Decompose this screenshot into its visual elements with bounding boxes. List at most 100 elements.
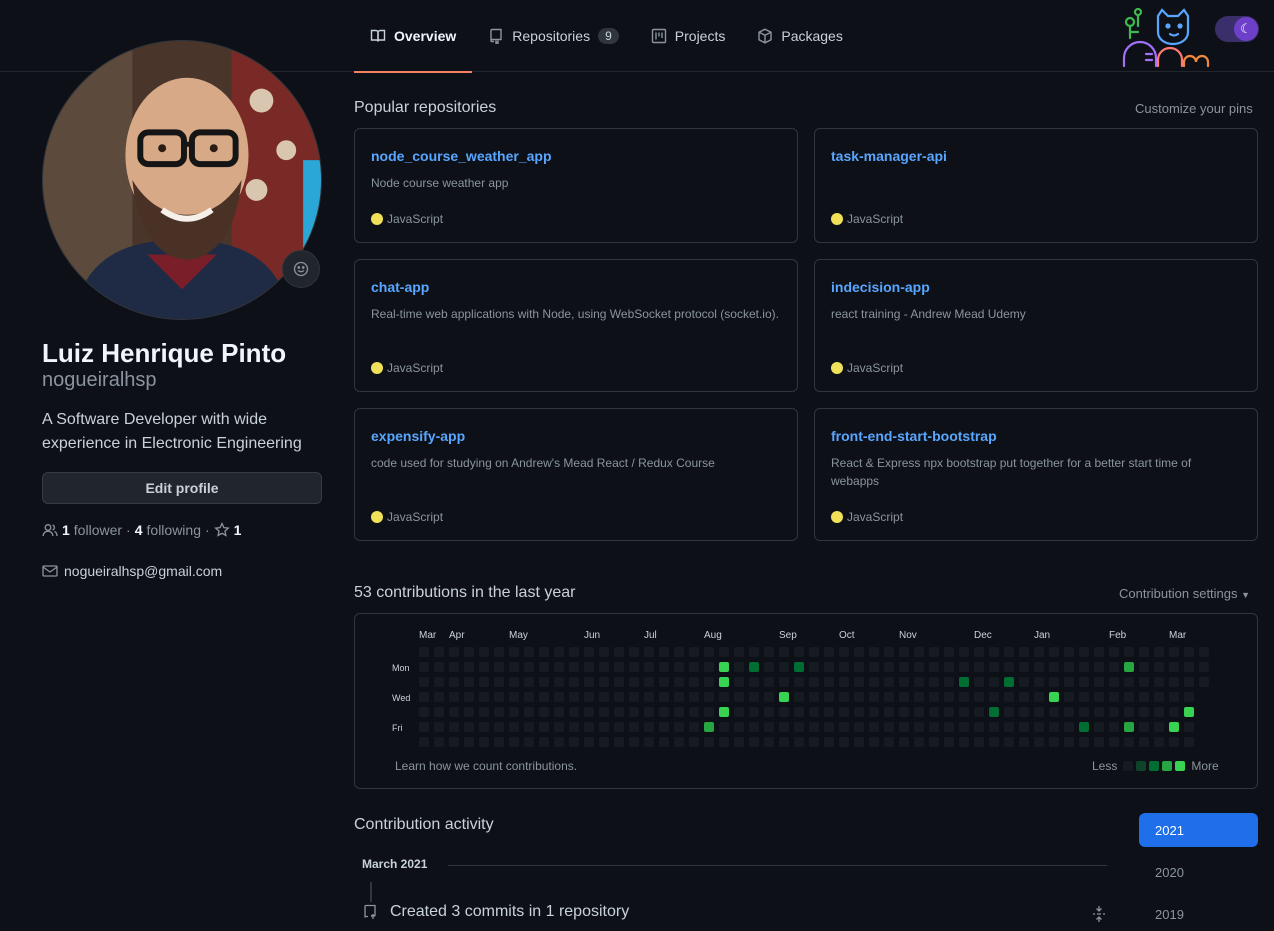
contribution-day-cell[interactable] bbox=[539, 662, 549, 672]
followers-link[interactable]: 1 follower bbox=[42, 522, 122, 538]
contribution-day-cell[interactable] bbox=[974, 662, 984, 672]
contribution-day-cell[interactable] bbox=[974, 722, 984, 732]
contribution-day-cell[interactable] bbox=[704, 662, 714, 672]
contribution-day-cell[interactable] bbox=[914, 737, 924, 747]
contribution-day-cell[interactable] bbox=[824, 662, 834, 672]
contribution-day-cell[interactable] bbox=[944, 662, 954, 672]
contribution-day-cell[interactable] bbox=[1064, 647, 1074, 657]
contribution-day-cell[interactable] bbox=[749, 707, 759, 717]
contribution-day-cell[interactable] bbox=[494, 647, 504, 657]
contribution-day-cell[interactable] bbox=[884, 707, 894, 717]
contribution-day-cell[interactable] bbox=[704, 722, 714, 732]
contribution-day-cell[interactable] bbox=[629, 647, 639, 657]
contribution-day-cell[interactable] bbox=[959, 662, 969, 672]
contribution-day-cell[interactable] bbox=[464, 647, 474, 657]
contribution-day-cell[interactable] bbox=[539, 707, 549, 717]
contribution-day-cell[interactable] bbox=[779, 677, 789, 687]
contribution-day-cell[interactable] bbox=[764, 707, 774, 717]
contribution-day-cell[interactable] bbox=[704, 677, 714, 687]
contribution-day-cell[interactable] bbox=[569, 707, 579, 717]
contribution-day-cell[interactable] bbox=[1004, 662, 1014, 672]
contribution-day-cell[interactable] bbox=[689, 722, 699, 732]
contribution-day-cell[interactable] bbox=[599, 677, 609, 687]
contribution-day-cell[interactable] bbox=[1049, 737, 1059, 747]
contribution-day-cell[interactable] bbox=[794, 662, 804, 672]
contribution-day-cell[interactable] bbox=[1139, 692, 1149, 702]
contribution-day-cell[interactable] bbox=[584, 662, 594, 672]
contribution-day-cell[interactable] bbox=[854, 662, 864, 672]
contribution-settings-dropdown[interactable]: Contribution settings ▼ bbox=[1119, 586, 1250, 601]
contribution-day-cell[interactable] bbox=[644, 737, 654, 747]
contribution-day-cell[interactable] bbox=[1034, 722, 1044, 732]
set-status-button[interactable] bbox=[282, 250, 320, 288]
contribution-day-cell[interactable] bbox=[614, 662, 624, 672]
contribution-day-cell[interactable] bbox=[854, 707, 864, 717]
contribution-day-cell[interactable] bbox=[1019, 677, 1029, 687]
contribution-day-cell[interactable] bbox=[719, 662, 729, 672]
tab-repositories[interactable]: Repositories 9 bbox=[472, 0, 635, 72]
contribution-day-cell[interactable] bbox=[1109, 662, 1119, 672]
repo-name-link[interactable]: front-end-start-bootstrap bbox=[831, 428, 997, 444]
contribution-day-cell[interactable] bbox=[1154, 692, 1164, 702]
contribution-day-cell[interactable] bbox=[884, 677, 894, 687]
contribution-day-cell[interactable] bbox=[1064, 707, 1074, 717]
contribution-day-cell[interactable] bbox=[764, 722, 774, 732]
contribution-day-cell[interactable] bbox=[674, 677, 684, 687]
contribution-day-cell[interactable] bbox=[539, 647, 549, 657]
contribution-day-cell[interactable] bbox=[764, 692, 774, 702]
contribution-day-cell[interactable] bbox=[914, 662, 924, 672]
contribution-day-cell[interactable] bbox=[1019, 722, 1029, 732]
contribution-day-cell[interactable] bbox=[1184, 722, 1194, 732]
contribution-day-cell[interactable] bbox=[524, 722, 534, 732]
contribution-day-cell[interactable] bbox=[524, 677, 534, 687]
contribution-day-cell[interactable] bbox=[1169, 692, 1179, 702]
contribution-day-cell[interactable] bbox=[839, 722, 849, 732]
contribution-day-cell[interactable] bbox=[959, 692, 969, 702]
contribution-day-cell[interactable] bbox=[764, 662, 774, 672]
contribution-day-cell[interactable] bbox=[944, 707, 954, 717]
contribution-day-cell[interactable] bbox=[839, 647, 849, 657]
contribution-day-cell[interactable] bbox=[1124, 737, 1134, 747]
contribution-day-cell[interactable] bbox=[734, 647, 744, 657]
contribution-day-cell[interactable] bbox=[494, 737, 504, 747]
contribution-day-cell[interactable] bbox=[1049, 722, 1059, 732]
contribution-day-cell[interactable] bbox=[989, 737, 999, 747]
contribution-day-cell[interactable] bbox=[1049, 662, 1059, 672]
contribution-day-cell[interactable] bbox=[839, 737, 849, 747]
contribution-day-cell[interactable] bbox=[1169, 677, 1179, 687]
contribution-day-cell[interactable] bbox=[779, 647, 789, 657]
contribution-day-cell[interactable] bbox=[989, 677, 999, 687]
contribution-day-cell[interactable] bbox=[929, 647, 939, 657]
contribution-day-cell[interactable] bbox=[1169, 647, 1179, 657]
contribution-day-cell[interactable] bbox=[689, 707, 699, 717]
contribution-day-cell[interactable] bbox=[419, 737, 429, 747]
contribution-day-cell[interactable] bbox=[959, 737, 969, 747]
contribution-day-cell[interactable] bbox=[659, 692, 669, 702]
contribution-day-cell[interactable] bbox=[1034, 677, 1044, 687]
contribution-day-cell[interactable] bbox=[629, 677, 639, 687]
contribution-day-cell[interactable] bbox=[419, 692, 429, 702]
contribution-day-cell[interactable] bbox=[1154, 662, 1164, 672]
contribution-day-cell[interactable] bbox=[929, 662, 939, 672]
contribution-day-cell[interactable] bbox=[1034, 737, 1044, 747]
contribution-day-cell[interactable] bbox=[554, 692, 564, 702]
contribution-day-cell[interactable] bbox=[1169, 662, 1179, 672]
contribution-day-cell[interactable] bbox=[869, 722, 879, 732]
contribution-day-cell[interactable] bbox=[569, 722, 579, 732]
contribution-day-cell[interactable] bbox=[1184, 692, 1194, 702]
contribution-day-cell[interactable] bbox=[1154, 722, 1164, 732]
contribution-day-cell[interactable] bbox=[599, 692, 609, 702]
contribution-day-cell[interactable] bbox=[1184, 647, 1194, 657]
contribution-day-cell[interactable] bbox=[1079, 692, 1089, 702]
unfold-icon[interactable] bbox=[1091, 905, 1107, 923]
contribution-day-cell[interactable] bbox=[1094, 707, 1104, 717]
contribution-day-cell[interactable] bbox=[674, 662, 684, 672]
theme-toggle[interactable]: ☾ bbox=[1215, 16, 1259, 42]
contribution-day-cell[interactable] bbox=[1079, 647, 1089, 657]
contribution-day-cell[interactable] bbox=[509, 737, 519, 747]
contribution-day-cell[interactable] bbox=[674, 722, 684, 732]
contribution-day-cell[interactable] bbox=[959, 647, 969, 657]
contribution-day-cell[interactable] bbox=[584, 737, 594, 747]
contribution-day-cell[interactable] bbox=[1094, 692, 1104, 702]
year-link-2019[interactable]: 2019 bbox=[1139, 897, 1258, 931]
